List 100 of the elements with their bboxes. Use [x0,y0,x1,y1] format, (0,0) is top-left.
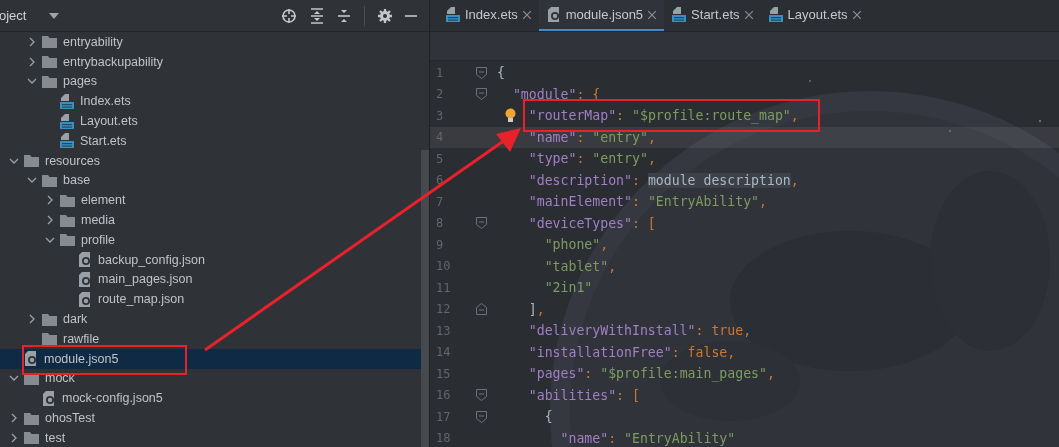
fold-icon[interactable] [476,66,487,79]
line-number: 18 [435,431,452,446]
tree-item[interactable]: Index.ets [44,93,131,109]
json-file-icon [78,252,92,268]
code-line: { [497,65,505,81]
json-file-icon [24,351,38,367]
tree-item[interactable]: Layout.ets [44,113,138,129]
tree-item[interactable]: pages [26,74,98,89]
code-line: "mainElement": "EntryAbility", [528,194,767,210]
tree-item[interactable]: base [26,173,91,188]
code-line: "tablet", [544,258,617,274]
dropdown-caret-icon[interactable] [49,12,60,19]
line-number: 14 [435,345,452,360]
json-file-icon [78,291,92,307]
scrollbar-thumb[interactable] [421,150,429,447]
line-number: 8 [435,216,445,231]
line-number: 9 [435,237,445,252]
code-line: { [544,409,553,425]
code-line: "description": module description, [528,172,799,188]
code-line: "pages": "$profile:main_pages", [528,366,775,382]
tree-item[interactable]: Start.ets [44,133,127,149]
ets-file-icon [60,93,74,109]
line-number: 5 [435,151,445,166]
editor-tab[interactable]: Layout.ets [760,0,869,31]
tree-item[interactable]: entrybackupability [26,54,164,69]
line-number: 16 [435,388,452,403]
folder-icon [24,411,39,425]
settings-icon[interactable] [378,8,392,23]
tree-item[interactable]: media [44,213,116,228]
code-line: "2in1" [544,280,593,296]
fold-icon[interactable] [476,303,487,316]
tree-item[interactable]: resources [8,153,100,168]
tree-item[interactable]: element [44,193,126,208]
close-icon[interactable] [744,10,753,19]
ets-file-icon [768,7,783,22]
tree-item[interactable]: mock-config.json5 [26,390,163,406]
tree-item[interactable]: test [8,430,66,445]
fold-icon[interactable] [476,88,487,101]
folder-icon [24,154,39,168]
folder-icon [42,55,57,69]
close-icon[interactable] [522,10,531,19]
tree-item[interactable]: entryability [26,34,123,49]
code-line: "routerMap": "$profile:route_map", [528,108,799,124]
code-line: "name": "EntryAbility" [560,430,736,446]
chevron-right-icon[interactable] [27,56,37,67]
code-line: "name": "entry", [528,129,656,145]
fold-icon[interactable] [476,410,487,423]
line-number: 15 [435,366,452,381]
code-line: ], [528,301,545,317]
tree-item[interactable]: main_pages.json [62,271,193,287]
line-number: 6 [435,173,445,188]
lightbulb-icon[interactable] [505,108,516,123]
ets-file-icon [672,7,687,22]
editor-tab[interactable]: Start.ets [664,0,761,31]
line-number: 3 [435,108,445,123]
tree-item[interactable]: rawfile [26,331,100,346]
folder-icon [42,332,57,346]
code-line: "abilities": [ [528,387,640,403]
line-number: 10 [435,259,452,274]
chevron-right-icon[interactable] [45,195,55,206]
chevron-right-icon[interactable] [9,413,19,424]
chevron-right-icon[interactable] [9,432,19,443]
chevron-right-icon[interactable] [27,314,37,325]
ets-file-icon [60,113,74,129]
folder-icon [24,431,39,445]
panel-title[interactable]: oject [0,8,27,23]
folder-icon [60,213,75,227]
chevron-right-icon[interactable] [27,36,37,47]
collapse-all-icon[interactable] [337,7,351,24]
folder-icon [42,75,57,88]
close-icon[interactable] [648,10,657,19]
line-number: 7 [435,194,445,209]
editor-tab[interactable]: Index.ets [438,0,539,31]
tree-item[interactable]: profile [44,232,116,247]
tree-item[interactable]: mock [8,371,75,386]
code-line: "deliveryWithInstall": true, [528,323,752,339]
ets-file-icon [446,7,460,22]
expand-all-icon[interactable] [310,7,324,24]
fold-icon[interactable] [476,217,487,230]
tree-item[interactable]: route_map.json [62,291,185,307]
fold-icon[interactable] [476,389,487,402]
tree-item[interactable]: ohosTest [8,411,96,426]
code-line: "deviceTypes": [ [528,215,656,231]
folder-icon [42,35,57,49]
code-line: "installationFree": false, [528,344,736,360]
tree-item[interactable]: backup_config.json [62,252,206,268]
json-file-icon [546,7,561,22]
code-line: "phone", [544,237,609,253]
json-file-icon [42,390,56,406]
minimize-icon[interactable] [405,13,417,18]
chevron-right-icon[interactable] [45,215,55,226]
ets-file-icon [60,133,74,149]
editor-tab[interactable]: module.json5 [538,0,665,31]
tree-item[interactable]: module.json5 [8,351,119,367]
line-number: 12 [435,302,452,317]
crosshair-icon[interactable] [281,7,297,24]
line-number: 1 [435,65,445,80]
close-icon[interactable] [852,10,861,19]
folder-icon [42,312,57,326]
tree-item[interactable]: dark [26,312,88,327]
